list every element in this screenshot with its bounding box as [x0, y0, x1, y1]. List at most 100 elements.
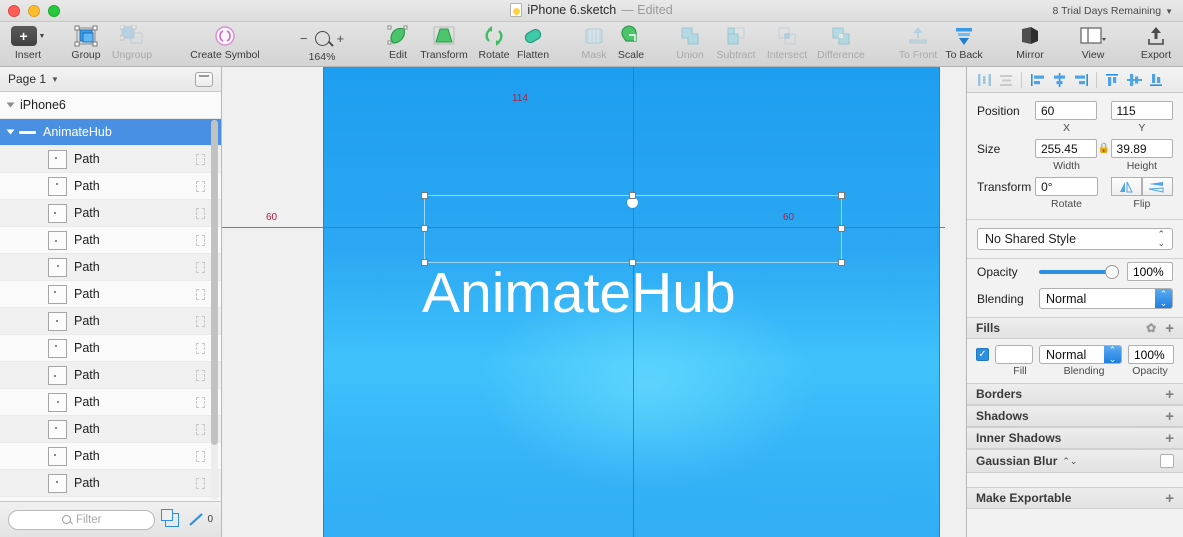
zoom-in-icon[interactable]: +: [337, 32, 345, 45]
layer-mask-icon[interactable]: [196, 369, 205, 381]
position-x-input[interactable]: 60: [1034, 101, 1098, 120]
layer-mask-icon[interactable]: [196, 261, 205, 273]
resize-handle-tl[interactable]: [421, 192, 428, 199]
toolbar-scale-button[interactable]: Scale: [603, 24, 659, 66]
align-left-icon[interactable]: [1026, 70, 1048, 90]
toolbar-difference-button[interactable]: Difference: [810, 24, 872, 66]
layer-mask-icon[interactable]: [196, 153, 205, 165]
toolbar-export-button[interactable]: Export: [1128, 24, 1183, 66]
resize-handle-br[interactable]: [838, 259, 845, 266]
layer-row-path[interactable]: Path: [0, 200, 221, 227]
duplicate-icon[interactable]: [161, 508, 180, 527]
toolbar-to-back-button[interactable]: To Back: [936, 24, 992, 66]
layer-row-selected[interactable]: AnimateHub: [0, 119, 221, 146]
stepper-icon[interactable]: ⌃⌄: [1062, 456, 1077, 466]
scrollbar-thumb[interactable]: [211, 120, 218, 445]
resize-handle-tc[interactable]: [629, 192, 636, 199]
align-middle-vertical-icon[interactable]: [1123, 70, 1145, 90]
blending-select[interactable]: Normal ⌃ ⌄: [1039, 288, 1173, 309]
fill-checkbox[interactable]: ✓: [976, 348, 989, 361]
layer-mask-icon[interactable]: [196, 234, 205, 246]
layer-list[interactable]: iPhone6 AnimateHub Path Path Path Path P…: [0, 92, 221, 501]
opacity-slider[interactable]: [1039, 263, 1119, 281]
align-bottom-icon[interactable]: [1145, 70, 1167, 90]
align-right-icon[interactable]: [1070, 70, 1092, 90]
magnifier-icon[interactable]: [314, 30, 330, 46]
layer-list-scrollbar[interactable]: [211, 120, 218, 500]
resize-handle-bc[interactable]: [629, 259, 636, 266]
zoom-control[interactable]: − + 164%: [285, 26, 359, 66]
resize-handle-ml[interactable]: [421, 225, 428, 232]
artboard-text-layer[interactable]: AnimateHub: [422, 258, 736, 328]
add-inner-shadow-button[interactable]: +: [1165, 431, 1174, 446]
toolbar-insert-button[interactable]: + ▼ Insert: [0, 24, 56, 66]
add-shadow-button[interactable]: +: [1165, 409, 1174, 424]
layer-mask-icon[interactable]: [196, 180, 205, 192]
align-top-icon[interactable]: [1101, 70, 1123, 90]
canvas-area[interactable]: 60 114 60 AnimateHub: [222, 67, 965, 537]
disclosure-triangle-icon[interactable]: [6, 102, 15, 108]
toolbar-ungroup-button[interactable]: Ungroup: [104, 24, 160, 66]
layer-mask-icon[interactable]: [196, 342, 205, 354]
layer-mask-icon[interactable]: [196, 477, 205, 489]
layer-row-path[interactable]: Path: [0, 254, 221, 281]
toolbar-create-symbol-button[interactable]: Create Symbol: [185, 24, 265, 66]
layer-row-path[interactable]: Path: [0, 335, 221, 362]
flip-vertical-button[interactable]: [1141, 177, 1173, 196]
layer-row-artboard[interactable]: iPhone6: [0, 92, 221, 119]
filter-input[interactable]: Filter: [8, 509, 156, 530]
layer-mask-icon[interactable]: [196, 396, 205, 408]
layer-mask-icon[interactable]: [196, 450, 205, 462]
distribute-vertically-icon[interactable]: [995, 70, 1017, 90]
resize-handle-mr[interactable]: [838, 225, 845, 232]
toolbar-mirror-button[interactable]: Mirror: [1002, 24, 1058, 66]
add-export-button[interactable]: +: [1165, 491, 1174, 506]
layer-mask-icon[interactable]: [196, 207, 205, 219]
page-selector[interactable]: Page 1 ▼: [8, 72, 59, 86]
size-height-input[interactable]: 39.89: [1110, 139, 1174, 158]
size-width-input[interactable]: 255.45: [1034, 139, 1098, 158]
align-center-horizontal-icon[interactable]: [1048, 70, 1070, 90]
position-y-input[interactable]: 115: [1110, 101, 1174, 120]
layer-row-path[interactable]: Path: [0, 470, 221, 497]
layer-row-path[interactable]: Path: [0, 389, 221, 416]
gaussian-blur-checkbox[interactable]: [1160, 454, 1174, 468]
fill-blending-select[interactable]: Normal ⌃ ⌄: [1039, 345, 1122, 364]
layer-row-path[interactable]: Path: [0, 281, 221, 308]
flip-horizontal-button[interactable]: [1110, 177, 1142, 196]
gear-icon[interactable]: ✿: [1146, 321, 1156, 335]
layer-row-path[interactable]: Path: [0, 416, 221, 443]
layer-row-path[interactable]: Path: [0, 362, 221, 389]
distribute-horizontally-icon[interactable]: [973, 70, 995, 90]
add-fill-button[interactable]: +: [1165, 321, 1174, 336]
fill-opacity-input[interactable]: 100%: [1128, 345, 1174, 364]
add-border-button[interactable]: +: [1165, 387, 1174, 402]
toolbar-transform-button[interactable]: Transform: [415, 24, 473, 66]
layer-row-path[interactable]: Path: [0, 227, 221, 254]
lock-icon[interactable]: 🔒: [1097, 143, 1110, 154]
layer-mask-icon[interactable]: [196, 288, 205, 300]
trial-status[interactable]: 8 Trial Days Remaining ▼: [1053, 5, 1173, 17]
stepper-icon[interactable]: ⌃⌄: [1155, 289, 1172, 308]
stepper-icon[interactable]: ⌃⌄: [1104, 345, 1121, 363]
layer-row-path[interactable]: Path: [0, 173, 221, 200]
resize-handle-bl[interactable]: [421, 259, 428, 266]
layer-mask-icon[interactable]: [196, 423, 205, 435]
resize-handle-tr[interactable]: [838, 192, 845, 199]
disclosure-triangle-icon[interactable]: [6, 129, 15, 135]
slider-knob[interactable]: [1105, 264, 1119, 279]
toolbar-flatten-button[interactable]: Flatten: [505, 24, 561, 66]
shared-style-select[interactable]: No Shared Style ⌃ ⌄: [977, 228, 1173, 250]
page-options-button[interactable]: [195, 71, 213, 87]
layer-row-path[interactable]: Path: [0, 308, 221, 335]
opacity-input[interactable]: 100%: [1127, 262, 1173, 281]
zoom-out-icon[interactable]: −: [300, 32, 308, 45]
rotate-input[interactable]: 0°: [1035, 177, 1098, 196]
toolbar-intersect-button[interactable]: Intersect: [757, 24, 817, 66]
fill-color-swatch[interactable]: [995, 345, 1033, 364]
pen-tool-icon[interactable]: 0: [189, 512, 213, 527]
layer-mask-icon[interactable]: [196, 315, 205, 327]
toolbar-view-button[interactable]: View: [1065, 24, 1121, 66]
layer-row-path[interactable]: Path: [0, 443, 221, 470]
layer-row-path[interactable]: Path: [0, 146, 221, 173]
